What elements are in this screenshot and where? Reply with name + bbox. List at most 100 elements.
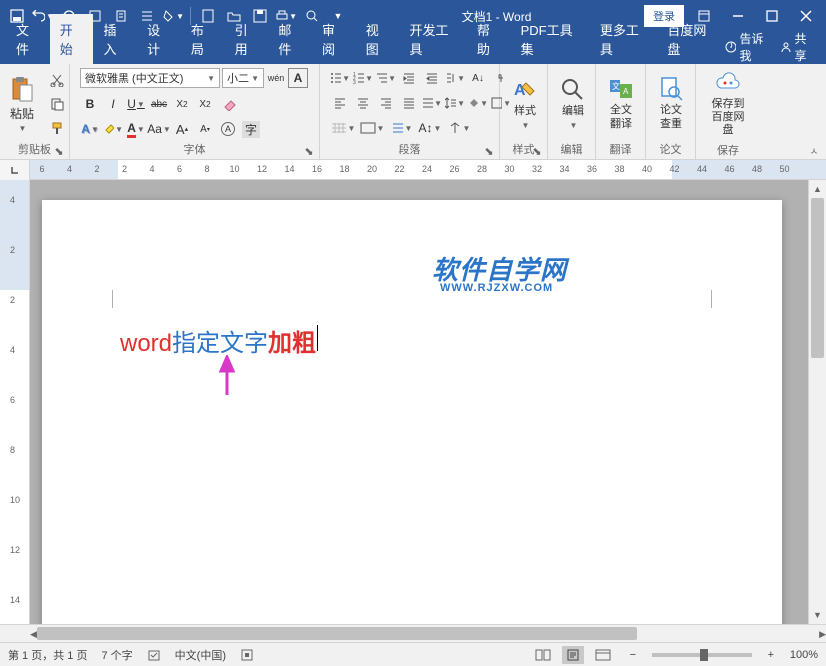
char-shading-button[interactable]: 字: [241, 119, 261, 139]
copy-icon[interactable]: [46, 93, 68, 115]
numbering-button[interactable]: 123▼: [353, 68, 373, 88]
edit-button[interactable]: 编辑▼: [552, 73, 594, 133]
tab-dev[interactable]: 开发工具: [399, 14, 466, 64]
tab-design[interactable]: 设计: [137, 14, 181, 64]
highlight-button[interactable]: ▼: [103, 119, 123, 139]
tell-me[interactable]: 告诉我: [725, 30, 772, 64]
para-btn-d[interactable]: A↕▼: [417, 118, 443, 138]
zoom-out-button[interactable]: −: [622, 646, 644, 664]
share-button[interactable]: 共享: [780, 30, 816, 64]
snap-grid-button[interactable]: ▼: [330, 118, 356, 138]
align-left-button[interactable]: [330, 93, 350, 113]
tab-layout[interactable]: 布局: [181, 14, 225, 64]
tab-pdf[interactable]: PDF工具集: [511, 14, 590, 64]
page: 软件自学网 WWW.RJZXW.COM word 指定文字 加粗: [42, 200, 782, 624]
close-icon[interactable]: [792, 5, 820, 27]
zoom-value[interactable]: 100%: [790, 649, 818, 661]
scroll-down-button[interactable]: ▼: [809, 606, 826, 624]
change-case-button[interactable]: Aa▼: [149, 119, 169, 139]
clipboard-launcher[interactable]: ⬊: [53, 145, 65, 157]
maximize-icon[interactable]: [758, 5, 786, 27]
bold-button[interactable]: B: [80, 94, 100, 114]
tab-help[interactable]: 帮助: [467, 14, 511, 64]
cut-icon[interactable]: [46, 69, 68, 91]
paste-button[interactable]: 粘贴 ▼: [4, 71, 40, 137]
horizontal-ruler[interactable]: 6422468101214161820222426283032343638404…: [30, 160, 826, 179]
document-text[interactable]: word 指定文字 加粗: [120, 323, 318, 358]
view-web-button[interactable]: [592, 646, 614, 664]
tab-selector[interactable]: [0, 160, 30, 180]
font-name-combo[interactable]: 微软雅黑 (中文正文)▼: [80, 68, 220, 88]
superscript-button[interactable]: X2: [195, 94, 215, 114]
zoom-in-button[interactable]: +: [760, 646, 782, 664]
document-canvas[interactable]: 软件自学网 WWW.RJZXW.COM word 指定文字 加粗: [30, 180, 808, 624]
tab-home[interactable]: 开始: [50, 14, 94, 64]
line-spacing-button[interactable]: ▼: [445, 93, 465, 113]
tab-view[interactable]: 视图: [356, 14, 400, 64]
subscript-button[interactable]: X2: [172, 94, 192, 114]
decrease-indent-button[interactable]: [399, 68, 419, 88]
text-effects-button[interactable]: A▼: [80, 119, 100, 139]
tab-references[interactable]: 引用: [225, 14, 269, 64]
tab-file[interactable]: 文件: [6, 14, 50, 64]
save-cloud-button[interactable]: 保存到 百度网盘: [700, 66, 756, 142]
font-color-button[interactable]: A▼: [126, 119, 146, 139]
tab-mail[interactable]: 邮件: [268, 14, 312, 64]
zoom-handle[interactable]: [700, 649, 708, 661]
status-page[interactable]: 第 1 页，共 1 页: [8, 647, 87, 663]
scroll-left-button[interactable]: ◀: [30, 625, 37, 643]
scroll-right-button[interactable]: ▶: [819, 625, 826, 643]
minimize-icon[interactable]: [724, 5, 752, 27]
para-btn-b[interactable]: ▼: [359, 118, 385, 138]
format-painter-icon[interactable]: [46, 117, 68, 139]
translate-button[interactable]: 文A全文 翻译: [600, 72, 642, 134]
thesis-button[interactable]: 论文 查重: [650, 72, 692, 134]
view-print-button[interactable]: [562, 646, 584, 664]
shrink-font-button[interactable]: A▾: [195, 119, 215, 139]
vscroll-track[interactable]: [809, 198, 826, 606]
para-btn-c[interactable]: ▼: [388, 118, 414, 138]
view-read-button[interactable]: [532, 646, 554, 664]
hscroll-track[interactable]: [37, 625, 819, 642]
collapse-ribbon-icon[interactable]: ㅅ: [806, 143, 822, 157]
scroll-up-button[interactable]: ▲: [809, 180, 826, 198]
grow-font-button[interactable]: A▴: [172, 119, 192, 139]
font-size-combo[interactable]: 小二▼: [222, 68, 264, 88]
para-launcher[interactable]: ⬊: [483, 145, 495, 157]
hscroll-thumb[interactable]: [37, 627, 637, 640]
bullets-button[interactable]: ▼: [330, 68, 350, 88]
tab-insert[interactable]: 插入: [93, 14, 137, 64]
font-launcher[interactable]: ⬊: [303, 145, 315, 157]
strikethrough-button[interactable]: abc: [149, 94, 169, 114]
enclose-char-button[interactable]: A: [218, 119, 238, 139]
distribute-button[interactable]: ▼: [422, 93, 442, 113]
increase-indent-button[interactable]: [422, 68, 442, 88]
vscroll-thumb[interactable]: [811, 198, 824, 358]
shading-button[interactable]: ▼: [468, 93, 488, 113]
para-btn-e[interactable]: ▼: [446, 118, 472, 138]
justify-button[interactable]: [399, 93, 419, 113]
status-words[interactable]: 7 个字: [101, 647, 132, 663]
tab-review[interactable]: 审阅: [312, 14, 356, 64]
styles-button[interactable]: A样式▼: [504, 73, 546, 133]
tab-baidu[interactable]: 百度网盘: [657, 14, 724, 64]
styles-launcher[interactable]: ⬊: [531, 145, 543, 157]
clear-format-icon[interactable]: [218, 94, 244, 114]
zoom-slider[interactable]: [652, 653, 752, 657]
status-lang[interactable]: 中文(中国): [175, 647, 226, 663]
phonetic-guide-icon[interactable]: wén: [266, 68, 286, 88]
vertical-scrollbar: ▲ ▼: [808, 180, 826, 624]
thesis-label: 论文 查重: [660, 104, 682, 130]
char-border-icon[interactable]: A: [288, 68, 308, 88]
asian-layout-button[interactable]: ▼: [445, 68, 465, 88]
sort-button[interactable]: A↓: [468, 68, 488, 88]
margin-corner-tl: [112, 290, 130, 308]
vertical-ruler[interactable]: 422468101214: [0, 180, 30, 624]
tab-more[interactable]: 更多工具: [590, 14, 657, 64]
multilevel-button[interactable]: ▼: [376, 68, 396, 88]
align-center-button[interactable]: [353, 93, 373, 113]
underline-button[interactable]: U▼: [126, 94, 146, 114]
italic-button[interactable]: I: [103, 94, 123, 114]
align-right-button[interactable]: [376, 93, 396, 113]
tell-me-label: 告诉我: [740, 30, 772, 64]
